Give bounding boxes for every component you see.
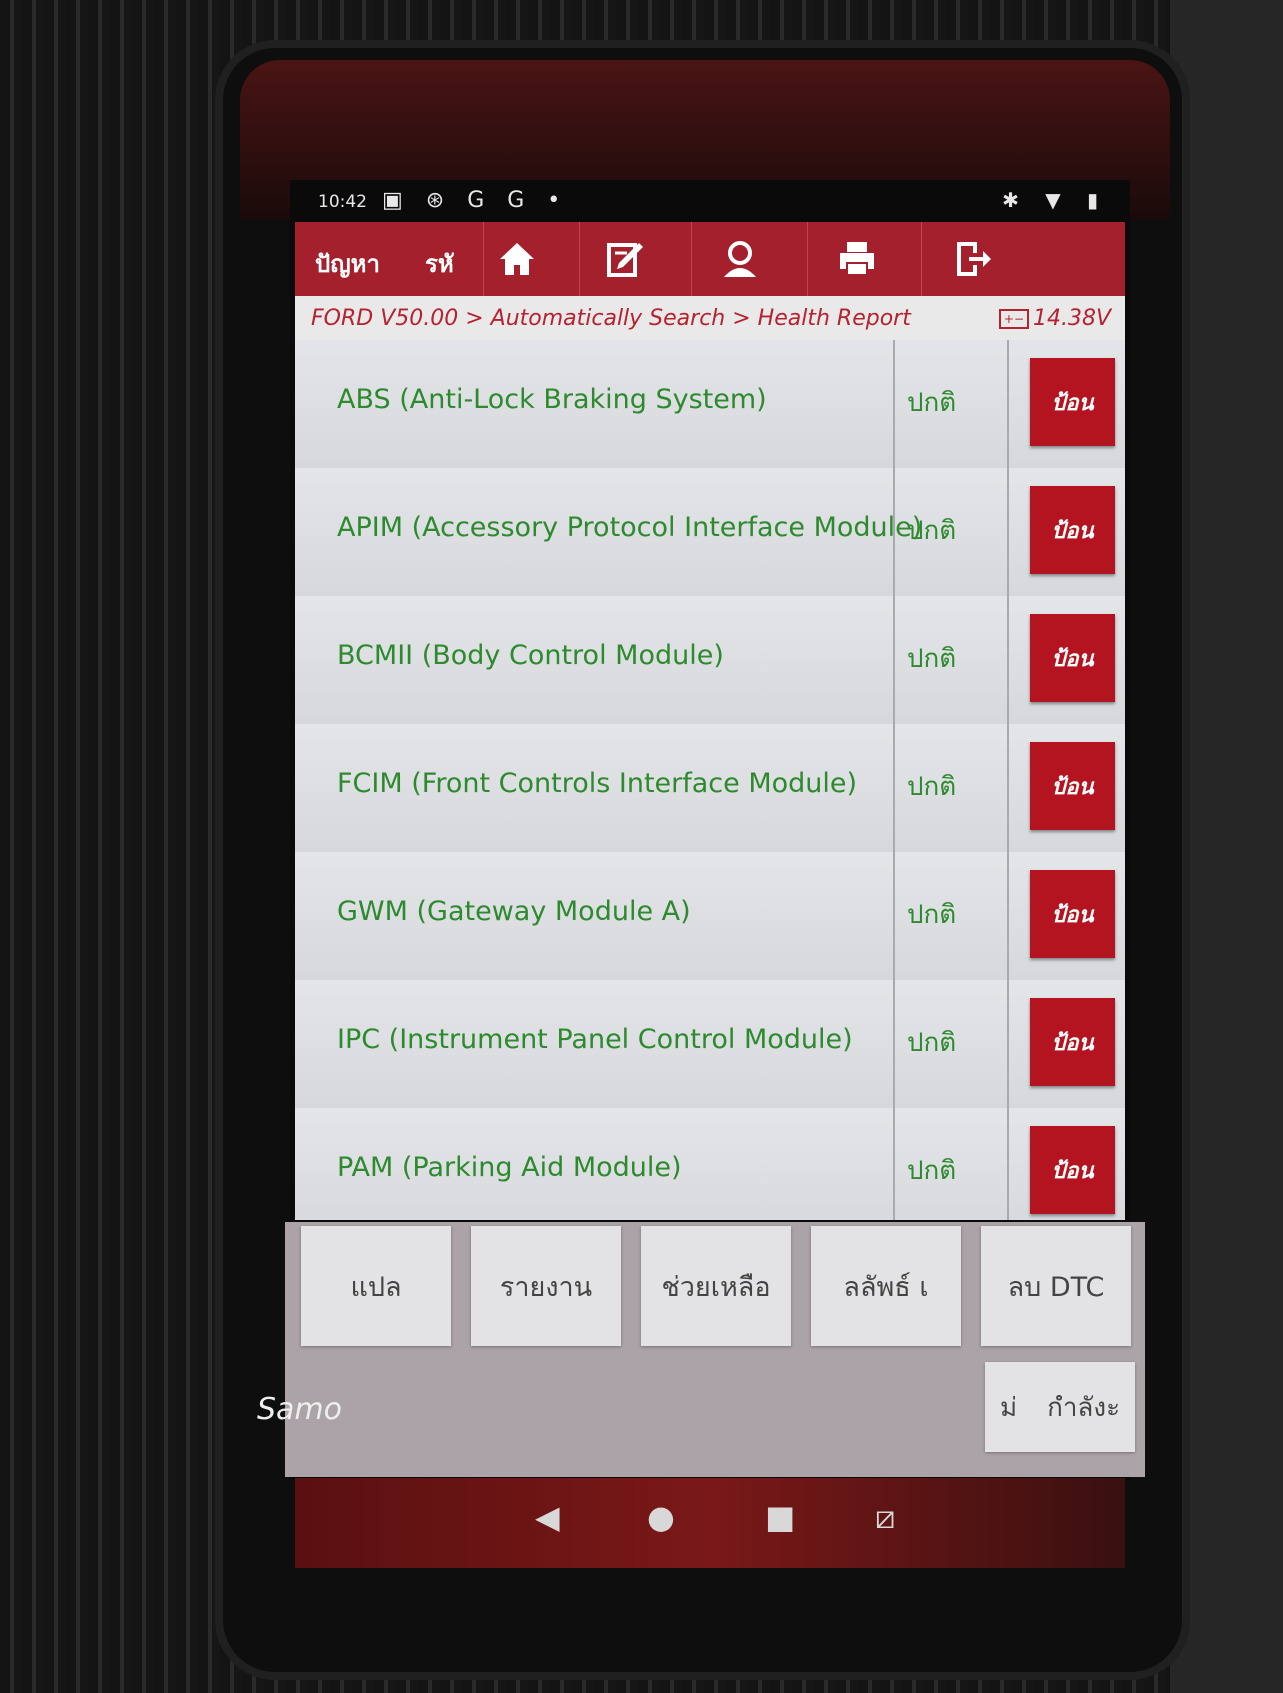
report-button[interactable]: รายงาน	[471, 1226, 621, 1346]
status-bar: 10:42 ▣ ⊛ G G • ✱ ▼ ▮	[290, 182, 1130, 222]
column-divider	[893, 724, 895, 852]
toolbar-divider	[807, 222, 808, 296]
toolbar-tab-code[interactable]: รหั	[425, 244, 454, 283]
table-row[interactable]: APIM (Accessory Protocol Interface Modul…	[295, 468, 1125, 598]
column-divider	[1007, 724, 1009, 852]
status-time: 10:42	[318, 192, 367, 212]
top-toolbar: ปัญหา รหั	[295, 222, 1125, 296]
enter-button[interactable]: ป้อน	[1030, 614, 1115, 702]
watermark: Samo	[257, 1392, 343, 1427]
status-button-left: ม่	[999, 1392, 1018, 1423]
voltage-value: 14.38V	[1032, 306, 1111, 331]
status-system-icons: ✱ ▼ ▮	[1002, 188, 1108, 212]
module-name: FCIM (Front Controls Interface Module)	[337, 768, 858, 799]
user-icon[interactable]	[710, 232, 770, 286]
module-status: ปกติ	[907, 388, 957, 418]
module-status: ปกติ	[907, 772, 957, 802]
column-divider	[1007, 980, 1009, 1108]
module-name: BCMII (Body Control Module)	[337, 640, 724, 671]
module-list: ABS (Anti-Lock Braking System) ปกติ ป้อน…	[295, 340, 1125, 1220]
column-divider	[893, 596, 895, 724]
toolbar-divider	[579, 222, 580, 296]
action-bar: แปล รายงาน ช่วยเหลือ ลลัพธ์ เ ลบ DTC ม่ …	[257, 1222, 1145, 1477]
table-row[interactable]: BCMII (Body Control Module) ปกติ ป้อน	[295, 596, 1125, 726]
table-row[interactable]: ABS (Anti-Lock Braking System) ปกติ ป้อน	[295, 340, 1125, 470]
table-row[interactable]: IPC (Instrument Panel Control Module) ปก…	[295, 980, 1125, 1110]
recents-icon[interactable]: ■	[765, 1498, 795, 1536]
column-divider	[1007, 468, 1009, 596]
edit-icon[interactable]	[595, 232, 655, 286]
screenshot-icon[interactable]: ⧄	[875, 1498, 895, 1537]
column-divider	[893, 340, 895, 468]
help-button[interactable]: ช่วยเหลือ	[641, 1226, 791, 1346]
module-status: ปกติ	[907, 516, 957, 546]
table-row[interactable]: FCIM (Front Controls Interface Module) ป…	[295, 724, 1125, 854]
column-divider	[893, 1108, 895, 1220]
print-icon[interactable]	[827, 232, 887, 286]
clear-dtc-button[interactable]: ลบ DTC	[981, 1226, 1131, 1346]
enter-button[interactable]: ป้อน	[1030, 742, 1115, 830]
breadcrumb-path[interactable]: FORD V50.00 > Automatically Search > Hea…	[311, 306, 911, 331]
table-row[interactable]: PAM (Parking Aid Module) ปกติ ป้อน	[295, 1108, 1125, 1220]
toolbar-divider	[483, 222, 484, 296]
enter-button[interactable]: ป้อน	[1030, 486, 1115, 574]
column-divider	[1007, 1108, 1009, 1220]
home-nav-icon[interactable]: ●	[647, 1498, 675, 1536]
back-icon[interactable]: ◀	[535, 1498, 560, 1536]
table-row[interactable]: GWM (Gateway Module A) ปกติ ป้อน	[295, 852, 1125, 982]
result-button[interactable]: ลลัพธ์ เ	[811, 1226, 961, 1346]
status-button-right: กำลังะ	[1047, 1392, 1121, 1423]
column-divider	[893, 468, 895, 596]
toolbar-tab-problem[interactable]: ปัญหา	[315, 244, 380, 283]
toolbar-divider	[691, 222, 692, 296]
module-status: ปกติ	[907, 900, 957, 930]
module-name: GWM (Gateway Module A)	[337, 896, 691, 927]
exit-icon[interactable]	[943, 232, 1003, 286]
status-button[interactable]: ม่ กำลังะ	[985, 1362, 1135, 1452]
breadcrumb: FORD V50.00 > Automatically Search > Hea…	[295, 296, 1125, 340]
module-name: PAM (Parking Aid Module)	[337, 1152, 682, 1183]
battery-voltage: +− 14.38V	[998, 306, 1111, 331]
module-name: ABS (Anti-Lock Braking System)	[337, 384, 767, 415]
column-divider	[893, 980, 895, 1108]
column-divider	[893, 852, 895, 980]
module-status: ปกติ	[907, 1028, 957, 1058]
translate-button[interactable]: แปล	[301, 1226, 451, 1346]
column-divider	[1007, 852, 1009, 980]
enter-button[interactable]: ป้อน	[1030, 358, 1115, 446]
home-icon[interactable]	[487, 232, 547, 286]
battery-icon: +−	[998, 309, 1029, 329]
module-status: ปกติ	[907, 644, 957, 674]
enter-button[interactable]: ป้อน	[1030, 870, 1115, 958]
enter-button[interactable]: ป้อน	[1030, 1126, 1115, 1214]
android-nav-bar: ◀ ● ■ ⧄	[295, 1478, 1125, 1568]
module-name: IPC (Instrument Panel Control Module)	[337, 1024, 853, 1055]
toolbar-divider	[921, 222, 922, 296]
column-divider	[1007, 596, 1009, 724]
module-status: ปกติ	[907, 1156, 957, 1186]
module-name: APIM (Accessory Protocol Interface Modul…	[337, 512, 923, 543]
column-divider	[1007, 340, 1009, 468]
status-notification-icons: ▣ ⊛ G G •	[382, 188, 569, 213]
enter-button[interactable]: ป้อน	[1030, 998, 1115, 1086]
